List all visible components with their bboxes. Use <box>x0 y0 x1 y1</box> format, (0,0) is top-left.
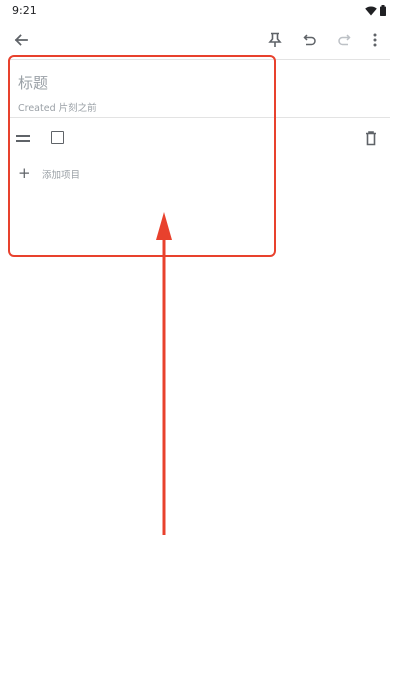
annotation-arrow <box>156 212 172 535</box>
